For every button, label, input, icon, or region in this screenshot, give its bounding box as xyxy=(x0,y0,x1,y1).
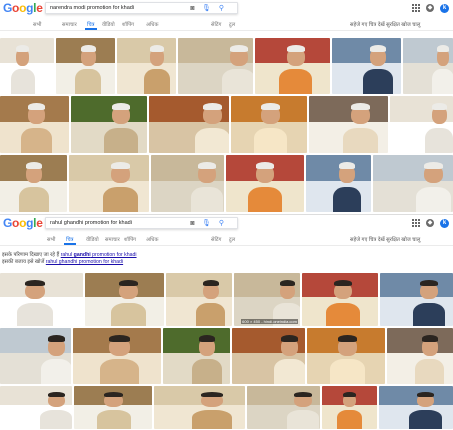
image-result-thumbnail[interactable] xyxy=(332,38,401,94)
search-tabs: सभी समाचार चित्र वीडियो शॉपिंग अधिक सेटि… xyxy=(0,17,453,31)
image-result-thumbnail[interactable] xyxy=(387,328,453,384)
tab-news[interactable]: समाचार xyxy=(105,235,120,243)
account-area: ◆ k xyxy=(412,3,449,13)
image-result-thumbnail[interactable] xyxy=(373,155,453,212)
image-result-thumbnail[interactable] xyxy=(232,328,305,384)
tab-all[interactable]: सभी xyxy=(33,20,42,28)
spelling-correction: इसके परिणाम दिखाए जा रहे हैं rahul gandh… xyxy=(2,252,137,259)
original-query-link[interactable]: rahul ghandhi promotion for khadi xyxy=(46,259,123,265)
image-size-badge: 600 × 450 - hindi.oneindia.com xyxy=(241,319,298,324)
tab-images[interactable]: चित्र xyxy=(64,235,75,245)
saved-images-safesearch[interactable]: सहेजे गए चित्र देखें सुरक्षित खोज चालू xyxy=(350,20,420,28)
image-result-thumbnail[interactable] xyxy=(0,328,71,384)
image-result-thumbnail[interactable] xyxy=(307,328,385,384)
image-result-thumbnail[interactable] xyxy=(0,386,72,429)
microphone-icon[interactable]: 🎙 xyxy=(202,219,211,228)
search-icon[interactable]: ⚲ xyxy=(217,4,226,13)
tab-shopping[interactable]: शॉपिंग xyxy=(122,20,134,28)
image-result-thumbnail[interactable] xyxy=(0,155,67,212)
notifications-icon[interactable]: ◆ xyxy=(426,219,434,227)
tab-news[interactable]: समाचार xyxy=(62,20,77,28)
image-result-thumbnail[interactable] xyxy=(231,96,307,153)
image-result-thumbnail[interactable] xyxy=(117,38,176,94)
image-result-thumbnail[interactable] xyxy=(379,386,453,429)
image-result-thumbnail[interactable] xyxy=(247,386,320,429)
image-result-thumbnail[interactable] xyxy=(71,96,147,153)
image-result-thumbnail[interactable] xyxy=(178,38,253,94)
image-result-thumbnail[interactable] xyxy=(149,96,229,153)
search-results-panel-rahul: Google rahul ghandhi promotion for khadi… xyxy=(0,214,453,430)
tools-link[interactable]: टूल xyxy=(229,235,235,243)
search-icon[interactable]: ⚲ xyxy=(217,219,226,228)
image-result-thumbnail[interactable] xyxy=(302,273,378,326)
correction-label: इसके परिणाम दिखाए जा रहे हैं xyxy=(2,252,60,258)
image-result-thumbnail[interactable] xyxy=(403,38,453,94)
image-result-thumbnail[interactable] xyxy=(0,96,69,153)
image-result-thumbnail[interactable] xyxy=(69,155,149,212)
tab-more[interactable]: अधिक xyxy=(146,235,158,243)
search-box[interactable]: rahul ghandhi promotion for khadi ◙ 🎙 ⚲ xyxy=(45,217,238,229)
original-query-suggestion: इसकी बजाय इसे खोजें rahul ghandhi promot… xyxy=(2,259,123,266)
apps-grid-icon[interactable] xyxy=(412,219,420,227)
avatar[interactable]: k xyxy=(440,3,449,13)
search-input[interactable]: rahul ghandhi promotion for khadi xyxy=(50,220,132,226)
image-result-thumbnail[interactable] xyxy=(390,96,453,153)
original-query-label: इसकी बजाय इसे खोजें xyxy=(2,259,45,265)
google-logo[interactable]: Google xyxy=(3,1,43,15)
search-header: Google narendra modi promotion for khadi… xyxy=(0,0,453,17)
tab-more[interactable]: अधिक xyxy=(146,20,158,28)
account-area: ◆ k xyxy=(412,218,449,228)
image-result-thumbnail[interactable] xyxy=(56,38,115,94)
image-result-thumbnail[interactable] xyxy=(166,273,232,326)
tab-videos[interactable]: वीडियो xyxy=(86,235,99,243)
tab-shopping[interactable]: शॉपिंग xyxy=(124,235,136,243)
search-header: Google rahul ghandhi promotion for khadi… xyxy=(0,215,453,232)
search-input[interactable]: narendra modi promotion for khadi xyxy=(50,5,134,11)
camera-icon[interactable]: ◙ xyxy=(188,4,197,13)
image-result-thumbnail[interactable] xyxy=(74,386,152,429)
image-result-thumbnail[interactable] xyxy=(0,38,54,94)
image-result-thumbnail[interactable] xyxy=(322,386,377,429)
search-box[interactable]: narendra modi promotion for khadi ◙ 🎙 ⚲ xyxy=(45,2,238,14)
image-result-thumbnail[interactable] xyxy=(306,155,371,212)
image-result-thumbnail[interactable] xyxy=(0,273,83,326)
image-result-thumbnail[interactable] xyxy=(85,273,164,326)
tab-all[interactable]: सभी xyxy=(47,235,56,243)
image-result-thumbnail[interactable]: 600 × 450 - hindi.oneindia.com xyxy=(234,273,300,326)
image-result-thumbnail[interactable] xyxy=(226,155,304,212)
avatar[interactable]: k xyxy=(440,218,449,228)
saved-images-safesearch[interactable]: सहेजे गए चित्र देखें सुरक्षित खोज चालू xyxy=(350,235,420,243)
google-logo[interactable]: Google xyxy=(3,216,43,230)
microphone-icon[interactable]: 🎙 xyxy=(202,4,211,13)
corrected-query-link[interactable]: rahul gandhi promotion for khadi xyxy=(61,252,137,258)
settings-link[interactable]: सेटिंग xyxy=(211,20,221,28)
image-result-thumbnail[interactable] xyxy=(151,155,224,212)
search-results-panel-modi: Google narendra modi promotion for khadi… xyxy=(0,0,453,214)
image-result-thumbnail[interactable] xyxy=(154,386,245,429)
tab-videos[interactable]: वीडियो xyxy=(102,20,115,28)
search-tabs: सभी चित्र वीडियो समाचार शॉपिंग अधिक सेटि… xyxy=(0,232,453,246)
image-result-thumbnail[interactable] xyxy=(255,38,330,94)
settings-link[interactable]: सेटिंग xyxy=(211,235,221,243)
image-result-thumbnail[interactable] xyxy=(309,96,388,153)
image-result-thumbnail[interactable] xyxy=(380,273,453,326)
apps-grid-icon[interactable] xyxy=(412,4,420,12)
image-result-thumbnail[interactable] xyxy=(73,328,161,384)
camera-icon[interactable]: ◙ xyxy=(188,219,197,228)
tools-link[interactable]: टूल xyxy=(229,20,235,28)
image-result-thumbnail[interactable] xyxy=(163,328,230,384)
notifications-icon[interactable]: ◆ xyxy=(426,4,434,12)
tab-images[interactable]: चित्र xyxy=(85,20,96,30)
